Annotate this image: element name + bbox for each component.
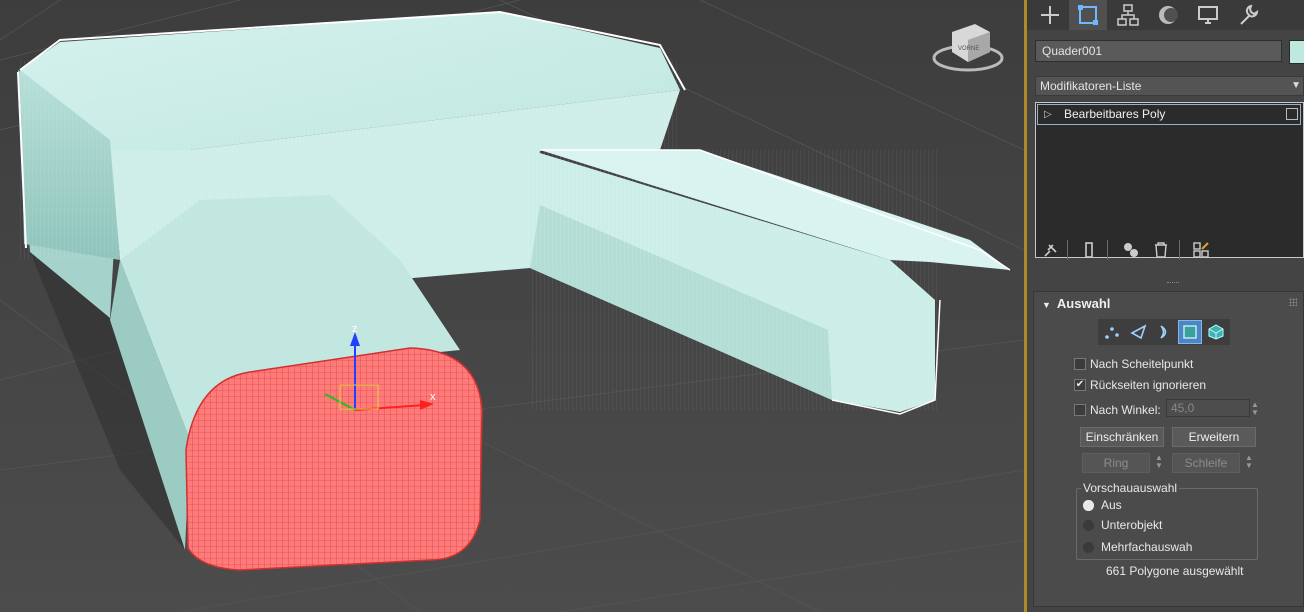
hierarchy-icon <box>1117 4 1139 26</box>
preview-subobject-label: Unterobjekt <box>1101 518 1163 532</box>
by-angle-checkbox[interactable] <box>1074 404 1086 416</box>
panel-resize-grip[interactable] <box>1167 282 1179 286</box>
preview-off-label: Aus <box>1101 498 1122 512</box>
command-panel-tabs <box>1027 0 1304 30</box>
configure-modifier-sets-icon[interactable] <box>1189 238 1213 262</box>
border-mode-button[interactable] <box>1152 320 1176 344</box>
loop-spinner-arrows-icon[interactable]: ▲ ▼ <box>1244 454 1254 472</box>
drag-handle-icon[interactable] <box>1289 298 1297 306</box>
gizmo-z-label: z <box>352 323 358 335</box>
expand-triangle-icon[interactable]: ▷ <box>1044 105 1052 124</box>
tab-display[interactable] <box>1189 0 1227 30</box>
viewport-3d[interactable]: z x VORNE <box>0 0 1024 612</box>
command-panel: Quader001 Modifikatoren-Liste ▼ ▷ Bearbe… <box>1027 0 1304 612</box>
wrench-icon <box>1240 4 1259 25</box>
selected-polygons[interactable] <box>185 347 483 571</box>
element-mode-button[interactable] <box>1204 320 1228 344</box>
display-icon <box>1198 6 1218 24</box>
vertex-mode-button[interactable] <box>1100 320 1124 344</box>
tab-utilities[interactable] <box>1229 0 1267 30</box>
collapse-triangle-icon: ▼ <box>1042 300 1051 310</box>
angle-spinner-arrows-icon[interactable]: ▲ ▼ <box>1250 401 1260 419</box>
preview-multi-radio[interactable] <box>1083 542 1094 553</box>
ignore-backfacing-label: Rückseiten ignorieren <box>1090 378 1207 392</box>
tab-hierarchy[interactable] <box>1109 0 1147 30</box>
modifier-list-dropdown[interactable]: Modifikatoren-Liste ▼ <box>1035 76 1304 96</box>
shrink-button[interactable]: Einschränken <box>1080 427 1164 447</box>
preview-selection-group: Vorschauauswahl Aus Unterobjekt Mehrfach… <box>1076 481 1258 560</box>
rollout-header[interactable]: ▼ Auswahl <box>1042 296 1110 311</box>
plus-icon <box>1041 6 1059 24</box>
object-name-field[interactable]: Quader001 <box>1035 40 1282 62</box>
tab-create[interactable] <box>1031 0 1069 30</box>
selection-rollout: ▼ Auswahl Nach Scheitelpunkt ✔ Rückseiten… <box>1033 291 1304 607</box>
preview-subobject-radio[interactable] <box>1083 520 1094 531</box>
preview-selection-title: Vorschauauswahl <box>1081 481 1180 495</box>
grow-button[interactable]: Erweitern <box>1172 427 1256 447</box>
angle-spinner-field[interactable]: 45,0 <box>1166 399 1250 417</box>
stack-toolbar <box>1035 236 1304 266</box>
by-vertex-checkbox[interactable] <box>1074 358 1086 370</box>
tab-modify[interactable] <box>1069 0 1107 30</box>
modify-icon <box>1078 5 1098 25</box>
by-vertex-label: Nach Scheitelpunkt <box>1090 357 1194 371</box>
stack-item-label: Bearbeitbares Poly <box>1064 107 1166 121</box>
ring-spinner-arrows-icon[interactable]: ▲ ▼ <box>1154 454 1164 472</box>
tab-motion[interactable] <box>1149 0 1187 30</box>
pin-stack-icon[interactable] <box>1039 238 1063 262</box>
ring-button[interactable]: Ring <box>1082 453 1150 473</box>
modifier-stack[interactable]: ▷ Bearbeitbares Poly <box>1035 102 1304 258</box>
subobject-level-buttons <box>1098 319 1230 345</box>
loop-button[interactable]: Schleife <box>1172 453 1240 473</box>
show-end-result-icon[interactable] <box>1077 238 1101 262</box>
preview-off-radio[interactable] <box>1083 500 1094 511</box>
ignore-backfacing-checkbox[interactable]: ✔ <box>1074 379 1086 391</box>
preview-multi-label: Mehrfachauswah <box>1101 540 1193 554</box>
viewcube-label: VORNE <box>958 46 979 52</box>
make-unique-icon[interactable] <box>1119 238 1143 262</box>
object-color-swatch[interactable] <box>1289 40 1304 64</box>
stack-item-checkbox[interactable] <box>1286 108 1298 120</box>
chevron-down-icon: ▼ <box>1291 80 1301 91</box>
modifier-list-label: Modifikatoren-Liste <box>1040 79 1142 93</box>
polygon-mode-button[interactable] <box>1178 320 1202 344</box>
stack-item-editable-poly[interactable]: ▷ Bearbeitbares Poly <box>1037 104 1301 125</box>
edge-mode-button[interactable] <box>1126 320 1150 344</box>
by-angle-label: Nach Winkel: <box>1090 403 1161 417</box>
trash-icon[interactable] <box>1149 238 1173 262</box>
selection-status-text: 661 Polygone ausgewählt <box>1106 564 1244 578</box>
motion-icon <box>1159 6 1178 24</box>
rollout-title: Auswahl <box>1056 296 1111 311</box>
gizmo-x-label: x <box>430 391 436 403</box>
